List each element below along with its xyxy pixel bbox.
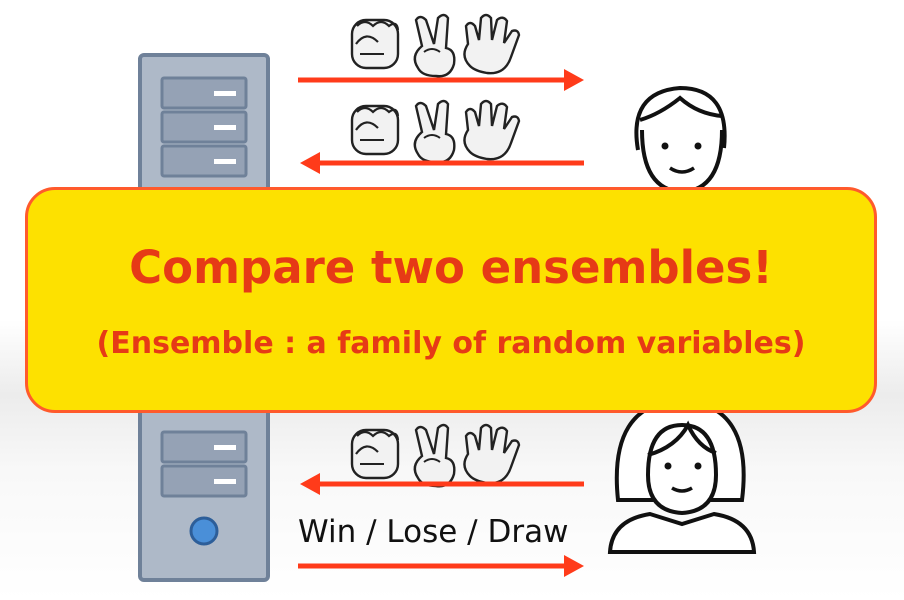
- callout-banner: Compare two ensembles! (Ensemble : a fam…: [25, 187, 877, 413]
- rps-hands-row-1: [352, 15, 519, 76]
- banner-subtitle: (Ensemble : a family of random variables…: [96, 326, 806, 361]
- rps-hands-row-3: [352, 425, 519, 486]
- rps-hands-row-2: [352, 101, 519, 162]
- arrow-server-to-player-2: [298, 555, 584, 577]
- man-face-icon: [634, 85, 727, 195]
- power-light: [189, 516, 219, 546]
- banner-title: Compare two ensembles!: [129, 241, 773, 294]
- woman-face-icon: [607, 397, 757, 554]
- result-label: Win / Lose / Draw: [298, 514, 569, 550]
